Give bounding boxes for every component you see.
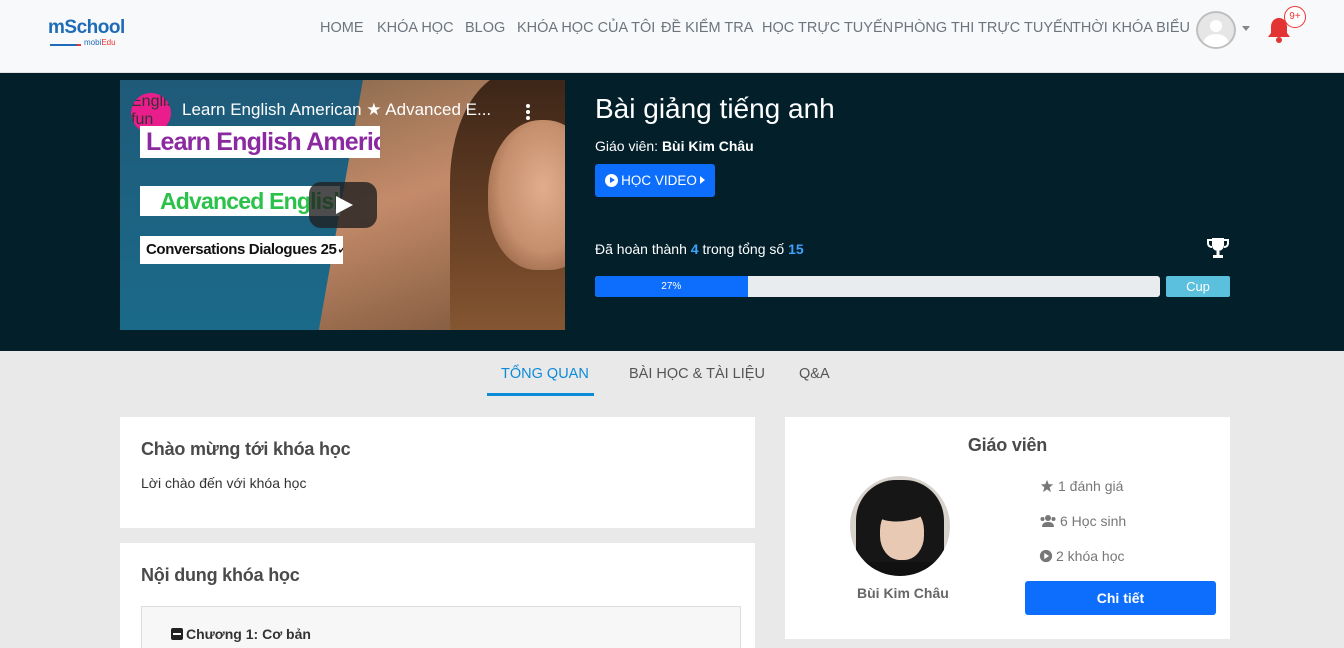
nav-timetable[interactable]: THỜI KHÓA BIỂU (1072, 18, 1190, 38)
nav-online-learning[interactable]: HỌC TRỰC TUYẾN (762, 18, 893, 38)
nav-home[interactable]: HOME (320, 18, 364, 38)
nav-courses[interactable]: KHÓA HỌC (377, 18, 454, 38)
mschool-logo[interactable]: mSchool mobiEdu (48, 18, 140, 52)
tab-lessons-materials[interactable]: BÀI HỌC & TÀI LIỆU (629, 366, 765, 396)
progress-fill: 27% (595, 276, 748, 297)
teacher-courses-stat: 2 khóa học (1039, 548, 1125, 564)
teacher-label: Giáo viên: (595, 138, 659, 154)
teacher-name-hero: Bùi Kim Châu (661, 138, 754, 154)
teacher-students: 6 Học sinh (1060, 513, 1127, 529)
teacher-students-stat: 6 Học sinh (1039, 513, 1126, 529)
course-teacher: Giáo viên: Bùi Kim Châu (595, 138, 754, 154)
logo-sub-suffix: Edu (101, 38, 116, 47)
teacher-avatar-shirt (865, 562, 935, 576)
minus-square-icon (171, 628, 183, 640)
video-more-icon[interactable] (524, 104, 532, 122)
welcome-text: Lời chào đến với khóa học (141, 475, 307, 491)
play-button-icon[interactable] (309, 182, 377, 228)
course-title: Bài giảng tiếng anh (595, 93, 835, 124)
cup-badge: Cup (1166, 276, 1230, 297)
chapter-label: Chương 1: Cơ bản (186, 626, 311, 642)
trophy-icon (1207, 238, 1229, 258)
total-count: 15 (788, 241, 804, 257)
completion-text: Đã hoàn thành 4 trong tổng số 15 (595, 241, 804, 257)
teacher-courses: 2 khóa học (1056, 548, 1125, 564)
play-circle-icon (605, 174, 619, 187)
thumbnail-caption-1: Learn English American (140, 126, 380, 158)
tab-qa[interactable]: Q&A (799, 366, 830, 396)
study-video-button[interactable]: HỌC VIDEO (595, 164, 715, 197)
study-video-label: HỌC VIDEO (621, 173, 697, 188)
thumbnail-caption-3: Conversations Dialogues 25✓ (140, 236, 343, 264)
caret-right-icon (699, 176, 705, 184)
avatar-head (1210, 20, 1222, 32)
chapter-title[interactable]: Chương 1: Cơ bản (171, 626, 311, 642)
course-content-title: Nội dung khóa học (141, 565, 300, 585)
logo-underline-accent (77, 44, 81, 46)
welcome-card (120, 417, 755, 528)
welcome-title: Chào mừng tới khóa học (141, 439, 351, 459)
avatar-body (1203, 34, 1229, 47)
active-tab-indicator (487, 393, 594, 396)
teacher-card-name: Bùi Kim Châu (857, 585, 949, 601)
teacher-rating: 1 đánh giá (1058, 478, 1124, 494)
users-icon (1040, 515, 1056, 527)
nav-blog[interactable]: BLOG (465, 18, 505, 38)
nav-tests[interactable]: ĐỀ KIỂM TRA (661, 18, 753, 38)
nav-my-courses[interactable]: KHÓA HỌC CỦA TÔI (517, 18, 655, 38)
logo-sub-prefix: mobi (84, 38, 102, 47)
teacher-card-title: Giáo viên (967, 435, 1048, 455)
nav-online-exam-room[interactable]: PHÒNG THI TRỰC TUYẾN (894, 18, 1073, 38)
completion-middle: trong tổng số (702, 241, 785, 257)
notification-badge[interactable]: 9+ (1284, 6, 1306, 28)
logo-brand-text: mSchool (48, 17, 125, 38)
user-menu-caret-icon[interactable] (1242, 26, 1250, 31)
teacher-detail-button[interactable]: Chi tiết (1025, 581, 1216, 615)
logo-sub-text: mobiEdu (84, 38, 140, 48)
logo-underline (50, 44, 80, 46)
tab-overview[interactable]: TỔNG QUAN (501, 366, 589, 396)
completed-count: 4 (690, 241, 699, 257)
play-circle-outline-icon (1039, 549, 1053, 563)
completion-prefix: Đã hoàn thành (595, 241, 687, 257)
teacher-avatar[interactable] (850, 476, 950, 576)
star-icon (1040, 479, 1054, 493)
progress-bar: 27% (595, 276, 1160, 297)
user-avatar[interactable] (1196, 11, 1236, 49)
teacher-rating-stat: 1 đánh giá (1039, 478, 1123, 494)
video-title[interactable]: Learn English American ★ Advanced E... (182, 100, 502, 124)
